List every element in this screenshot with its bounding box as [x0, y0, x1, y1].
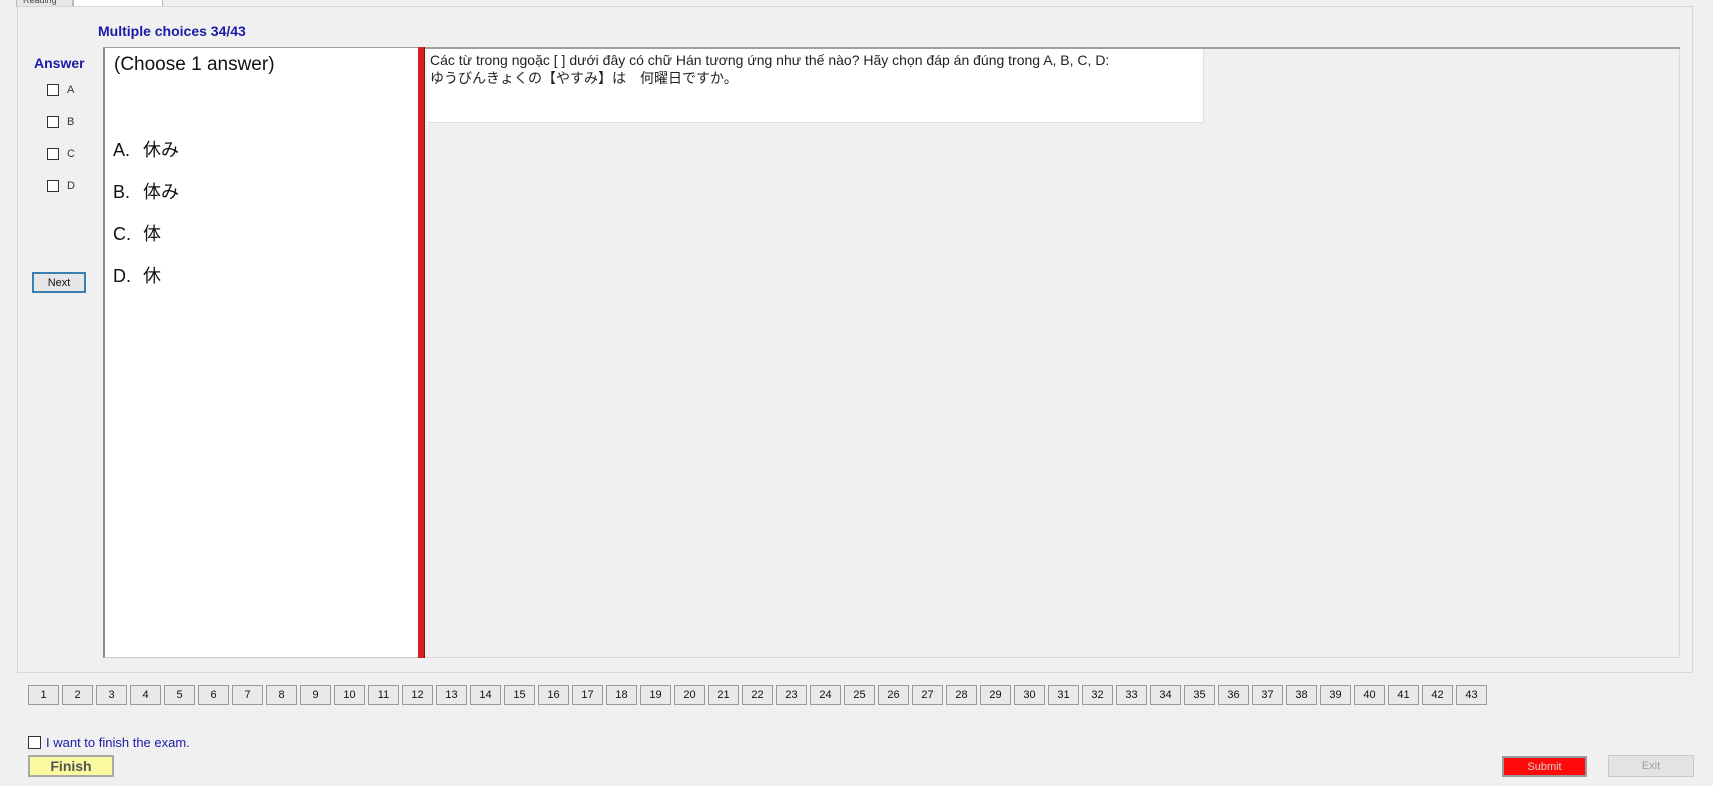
- question-number-button[interactable]: 26: [878, 685, 909, 705]
- question-number-button[interactable]: 34: [1150, 685, 1181, 705]
- question-number-button[interactable]: 4: [130, 685, 161, 705]
- next-button[interactable]: Next: [32, 272, 86, 293]
- choice-option-text: 休み: [143, 140, 179, 160]
- question-number-button[interactable]: 5: [164, 685, 195, 705]
- checkbox-d[interactable]: [47, 180, 59, 192]
- answer-option-d[interactable]: D: [47, 180, 75, 192]
- question-number-button[interactable]: 29: [980, 685, 1011, 705]
- checkbox-b[interactable]: [47, 116, 59, 128]
- answer-label: Answer: [34, 55, 85, 71]
- question-number-button[interactable]: 31: [1048, 685, 1079, 705]
- choice-option-c: C. 体: [113, 220, 161, 246]
- question-number-button[interactable]: 25: [844, 685, 875, 705]
- answer-option-a[interactable]: A: [47, 84, 74, 96]
- question-box: Các từ trong ngoặc [ ] dưới đây có chữ H…: [427, 49, 1204, 123]
- question-number-button[interactable]: 10: [334, 685, 365, 705]
- question-number-button[interactable]: 8: [266, 685, 297, 705]
- answer-option-b-label: B: [67, 116, 75, 128]
- answer-option-c-label: C: [67, 148, 75, 160]
- panel-splitter[interactable]: [418, 47, 425, 658]
- finish-exam-label: I want to finish the exam.: [46, 735, 190, 750]
- question-number-button[interactable]: 13: [436, 685, 467, 705]
- checkbox-c[interactable]: [47, 148, 59, 160]
- submit-button[interactable]: Submit: [1502, 756, 1587, 777]
- question-number-button[interactable]: 38: [1286, 685, 1317, 705]
- choice-panel: (Choose 1 answer) A. 休み B. 体み C. 体 D. 休: [103, 48, 420, 658]
- choose-hint: (Choose 1 answer): [114, 54, 275, 75]
- question-number-button[interactable]: 18: [606, 685, 637, 705]
- question-number-button[interactable]: 24: [810, 685, 841, 705]
- question-number-button[interactable]: 1: [28, 685, 59, 705]
- choice-option-text: 休: [143, 266, 161, 286]
- exam-window: Reading Multiple choices 34/43 Answer A …: [0, 0, 1713, 786]
- question-number-button[interactable]: 30: [1014, 685, 1045, 705]
- choice-option-letter: B.: [113, 182, 131, 202]
- choice-option-d: D. 休: [113, 262, 161, 288]
- answer-option-d-label: D: [67, 180, 75, 192]
- choice-option-letter: A.: [113, 140, 131, 160]
- question-number-button[interactable]: 43: [1456, 685, 1487, 705]
- question-number-button[interactable]: 22: [742, 685, 773, 705]
- question-number-button[interactable]: 20: [674, 685, 705, 705]
- question-number-button[interactable]: 41: [1388, 685, 1419, 705]
- question-number-button[interactable]: 42: [1422, 685, 1453, 705]
- question-number-button[interactable]: 23: [776, 685, 807, 705]
- question-number-button[interactable]: 33: [1116, 685, 1147, 705]
- section-title: Multiple choices 34/43: [98, 23, 246, 39]
- answer-option-b[interactable]: B: [47, 116, 74, 128]
- finish-exam-checkbox-row[interactable]: I want to finish the exam.: [28, 735, 190, 750]
- question-number-button[interactable]: 9: [300, 685, 331, 705]
- question-number-button[interactable]: 32: [1082, 685, 1113, 705]
- question-number-button[interactable]: 2: [62, 685, 93, 705]
- question-number-button[interactable]: 39: [1320, 685, 1351, 705]
- question-number-button[interactable]: 17: [572, 685, 603, 705]
- question-number-button[interactable]: 11: [368, 685, 399, 705]
- choice-option-text: 体: [143, 224, 161, 244]
- question-number-button[interactable]: 7: [232, 685, 263, 705]
- choice-option-a: A. 休み: [113, 136, 179, 162]
- question-number-button[interactable]: 6: [198, 685, 229, 705]
- answer-option-a-label: A: [67, 84, 75, 96]
- question-navigation: 1 2 3 4 5 6 7 8 9 10 11 12 13 14 15 16 17 18 19 20 21 22 23 24 2…: [28, 685, 1490, 705]
- checkbox-a[interactable]: [47, 84, 59, 96]
- question-number-button[interactable]: 3: [96, 685, 127, 705]
- question-number-button[interactable]: 36: [1218, 685, 1249, 705]
- finish-exam-checkbox[interactable]: [28, 736, 41, 749]
- question-number-button[interactable]: 37: [1252, 685, 1283, 705]
- choice-option-letter: C.: [113, 224, 131, 244]
- question-sentence: ゆうびんきょくの【やすみ】は 何曜日ですか。: [430, 70, 738, 86]
- question-number-button[interactable]: 15: [504, 685, 535, 705]
- question-number-button[interactable]: 14: [470, 685, 501, 705]
- question-number-button[interactable]: 35: [1184, 685, 1215, 705]
- answer-option-c[interactable]: C: [47, 148, 75, 160]
- question-number-button[interactable]: 27: [912, 685, 943, 705]
- question-number-button[interactable]: 16: [538, 685, 569, 705]
- choice-option-text: 体み: [143, 182, 179, 202]
- question-number-button[interactable]: 40: [1354, 685, 1385, 705]
- question-area: [425, 49, 1680, 658]
- question-number-button[interactable]: 21: [708, 685, 739, 705]
- finish-button[interactable]: Finish: [28, 755, 114, 777]
- question-number-button[interactable]: 12: [402, 685, 433, 705]
- choice-option-b: B. 体み: [113, 178, 179, 204]
- question-number-button[interactable]: 28: [946, 685, 977, 705]
- question-number-button[interactable]: 19: [640, 685, 671, 705]
- question-instruction: Các từ trong ngoặc [ ] dưới đây có chữ H…: [430, 52, 1110, 68]
- exit-button[interactable]: Exit: [1608, 755, 1694, 777]
- choice-option-letter: D.: [113, 266, 131, 286]
